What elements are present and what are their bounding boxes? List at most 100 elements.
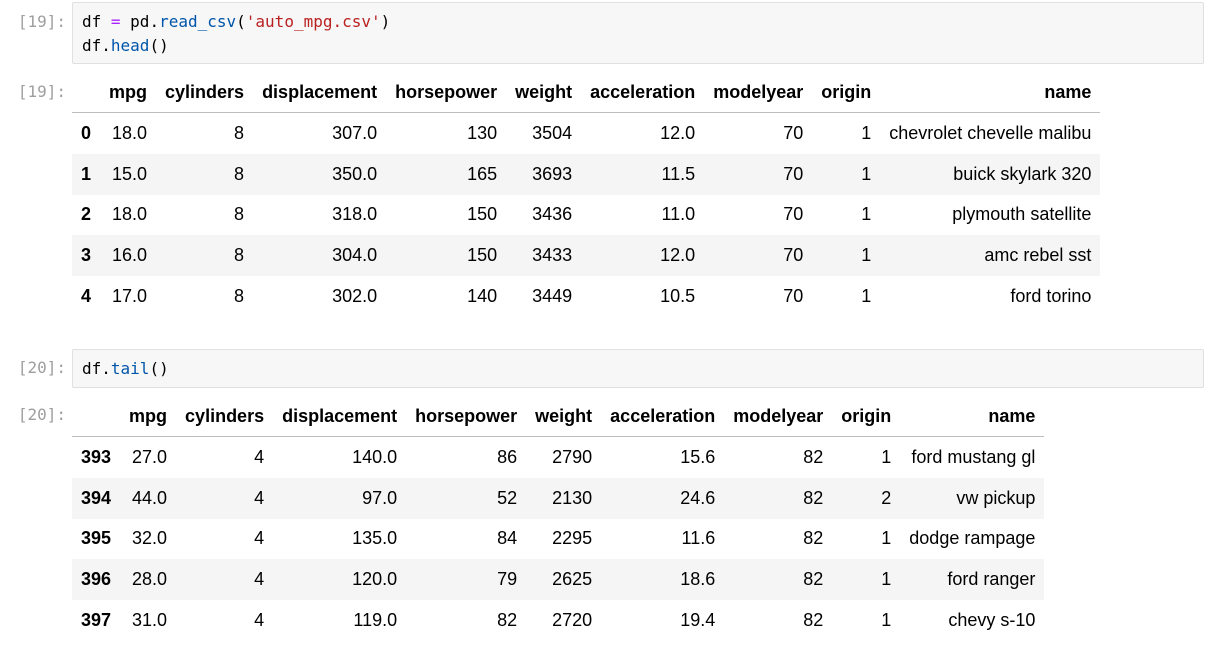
row-index: 1 [81, 163, 92, 184]
table-cell: 11.5 [661, 163, 696, 184]
table-cell: 1 [861, 204, 872, 225]
table-cell: 70 [783, 245, 804, 266]
code-editor[interactable]: df = pd.read_csv('auto_mpg.csv') df.head… [72, 2, 1204, 64]
table-cell: 32.0 [132, 528, 168, 549]
code-token: ( [236, 12, 246, 31]
output-prompt: [20]: [17, 405, 66, 424]
table-cell: 18.6 [680, 569, 716, 590]
index-header [72, 396, 121, 437]
table-cell: 11.6 [681, 528, 716, 549]
table-cell: 1 [861, 286, 872, 307]
table-cell: 44.0 [132, 487, 168, 508]
table-cell: 8 [234, 204, 245, 225]
table-row: 0 18.0 8 307.0 130 3504 12.0 70 1 chevro… [72, 113, 1100, 154]
input-prompt: [20]: [17, 358, 66, 377]
table-row: 2 18.0 8 318.0 150 3436 11.0 70 1 plymou… [72, 195, 1100, 236]
table-row: 394 44.0 4 97.0 52 2130 24.6 82 2 vw pic… [72, 477, 1045, 519]
table-cell: 1 [881, 446, 892, 467]
table-row: 393 27.0 4 140.0 86 2790 15.6 82 1 ford … [72, 437, 1044, 478]
table-row: 1 15.0 8 350.0 165 3693 11.5 70 1 buick … [72, 153, 1101, 195]
column-header: acceleration [601, 396, 725, 437]
table-cell: 82 [803, 487, 824, 508]
table-cell: 4 [254, 610, 265, 631]
table-row: 395 32.0 4 135.0 84 2295 11.6 82 1 dodge… [72, 519, 1044, 560]
code-token: 'auto_mpg.csv' [245, 12, 381, 31]
table-cell: 307.0 [332, 122, 378, 143]
code-token: = [101, 12, 131, 31]
index-header [72, 72, 101, 113]
dataframe-table: mpg cylinders displacement horsepower we… [72, 396, 1045, 641]
table-cell: 16.0 [111, 245, 148, 266]
code-token: pd. [130, 12, 160, 31]
column-header: cylinders [176, 396, 274, 437]
row-index: 395 [81, 528, 112, 549]
column-header: acceleration [581, 72, 705, 113]
table-cell: 82 [803, 528, 824, 549]
table-cell: 2625 [552, 569, 593, 590]
code-token: df. [82, 359, 111, 378]
column-header: name [880, 72, 1101, 113]
column-header: mpg [120, 396, 177, 437]
table-cell: 8 [234, 122, 245, 143]
column-header: displacement [273, 396, 407, 437]
table-cell: 3504 [532, 122, 573, 143]
code-token: read_csv [159, 12, 237, 31]
output-prompt: [19]: [17, 82, 66, 101]
code-token: ) [380, 12, 391, 31]
table-cell: chevrolet chevelle malibu [889, 122, 1092, 143]
table-cell: 130 [467, 122, 498, 143]
table-cell: 10.5 [660, 286, 696, 307]
table-cell: 52 [497, 487, 518, 508]
table-cell: 19.4 [680, 610, 716, 631]
table-cell: 28.0 [132, 569, 168, 590]
row-index: 393 [81, 446, 112, 467]
table-cell: 70 [783, 163, 804, 184]
row-index: 0 [81, 122, 92, 143]
code-token: df. [82, 36, 111, 55]
code-token: () [149, 359, 169, 378]
table-cell: 11.0 [661, 204, 696, 225]
table-cell: 2130 [552, 487, 593, 508]
table-cell: 70 [783, 204, 804, 225]
table-cell: 18.0 [111, 122, 148, 143]
row-index: 4 [81, 286, 92, 307]
column-header: horsepower [386, 72, 507, 113]
table-cell: 2 [881, 487, 892, 508]
table-cell: 3436 [532, 204, 573, 225]
code-token: head [110, 36, 150, 55]
dataframe-output: mpg cylinders displacement horsepower we… [72, 396, 1045, 641]
table-cell: 79 [497, 569, 518, 590]
table-cell: 27.0 [132, 446, 168, 467]
table-cell: ford torino [1010, 286, 1092, 307]
table-cell: 140 [467, 286, 498, 307]
code-editor[interactable]: df.tail() [72, 349, 1204, 388]
table-cell: 15.0 [111, 163, 148, 184]
table-cell: 24.6 [680, 487, 716, 508]
header-row: mpg cylinders displacement horsepower we… [72, 396, 1045, 437]
table-cell: 4 [254, 446, 265, 467]
table-cell: 1 [881, 569, 892, 590]
table-cell: 2295 [552, 528, 593, 549]
table-cell: 140.0 [352, 446, 398, 467]
table-cell: 12.0 [660, 122, 696, 143]
column-header: mpg [100, 72, 157, 113]
table-row: 4 17.0 8 302.0 140 3449 10.5 70 1 ford t… [72, 276, 1100, 317]
table-cell: 150 [467, 204, 498, 225]
table-cell: 70 [783, 286, 804, 307]
table-cell: 165 [467, 163, 498, 184]
table-cell: vw pickup [956, 487, 1036, 508]
table-cell: chevy s-10 [948, 610, 1036, 631]
table-cell: 15.6 [680, 446, 716, 467]
table-cell: amc rebel sst [984, 245, 1092, 266]
table-cell: 1 [881, 528, 892, 549]
table-cell: 82 [497, 610, 518, 631]
column-header: horsepower [406, 396, 527, 437]
column-header: cylinders [156, 72, 254, 113]
table-cell: 1 [861, 122, 872, 143]
table-cell: 3433 [532, 245, 573, 266]
dataframe-output: mpg cylinders displacement horsepower we… [72, 72, 1101, 317]
table-cell: 150 [467, 245, 498, 266]
table-cell: 70 [783, 122, 804, 143]
table-cell: 4 [254, 487, 265, 508]
dataframe-table: mpg cylinders displacement horsepower we… [72, 72, 1101, 317]
